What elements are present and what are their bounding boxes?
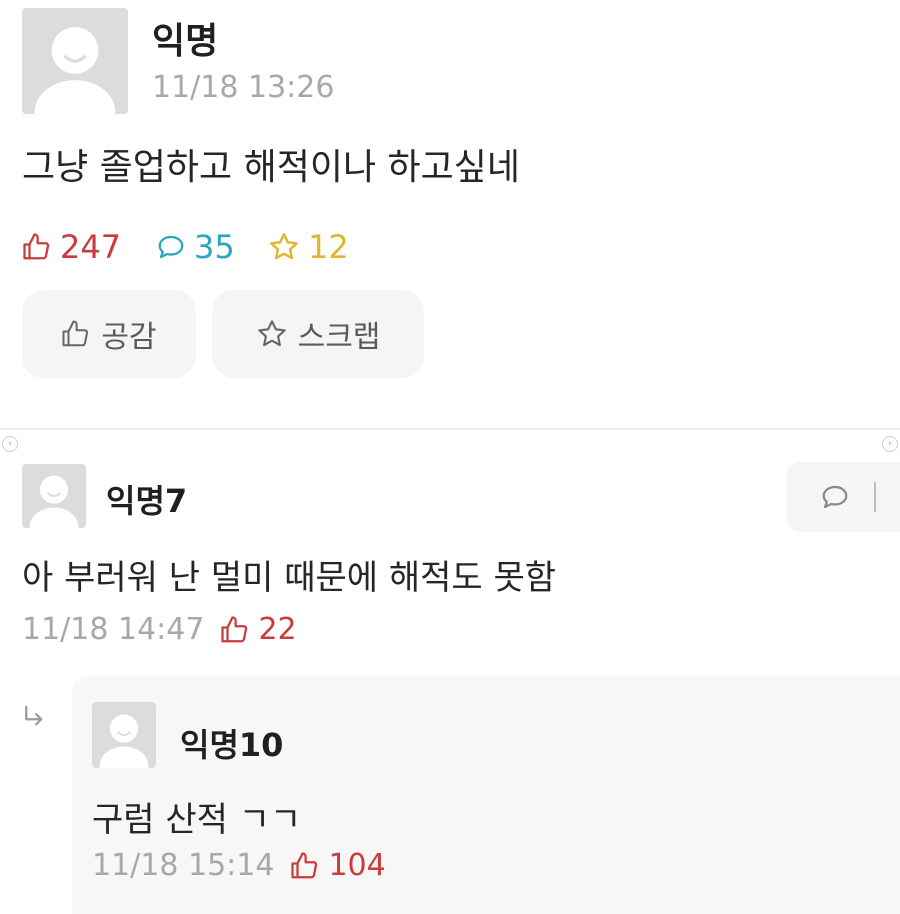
- star-icon: [257, 320, 286, 347]
- post-timestamp: 11/18 13:26: [152, 70, 335, 105]
- thumbs-up-icon: [291, 851, 318, 878]
- comment-body: 아 부러워 난 멀미 때문에 해적도 못함: [22, 558, 557, 598]
- reply-avatar: [92, 702, 156, 768]
- thumbs-up-icon: [221, 615, 248, 642]
- post-scrap-count: 12: [268, 228, 349, 266]
- post-comment-count: 35: [156, 228, 235, 266]
- reply-timestamp: 11/18 15:14: [92, 848, 275, 883]
- thumbs-up-icon: [62, 320, 89, 347]
- post-author: 익명: [152, 21, 219, 62]
- reply-body: 구럼 산적 ㄱㄱ: [92, 800, 302, 840]
- comment-author: 익명7: [106, 482, 188, 520]
- reply-like-value: 104: [328, 848, 386, 883]
- speech-bubble-icon: [158, 235, 184, 259]
- thumbs-up-icon: [23, 233, 50, 260]
- speech-bubble-icon[interactable]: [820, 482, 850, 512]
- star-icon: [270, 233, 298, 260]
- more-vertical-icon[interactable]: [874, 482, 876, 512]
- comment-meta: 11/18 14:47 22: [22, 612, 297, 647]
- left-edge-handle: ‹: [2, 436, 18, 452]
- comment-count-value: 35: [194, 228, 235, 266]
- comment-like-count: 22: [220, 612, 297, 647]
- right-edge-handle: ›: [882, 436, 898, 452]
- comment-timestamp: 11/18 14:47: [22, 612, 205, 647]
- like-button-label: 공감: [101, 320, 157, 355]
- comment-like-value: 22: [258, 612, 297, 647]
- section-divider: [0, 428, 900, 430]
- reply-meta: 11/18 15:14 104: [92, 848, 386, 883]
- comment-avatar: [22, 464, 86, 528]
- scrap-button[interactable]: 스크랩: [212, 290, 424, 378]
- like-count-value: 247: [60, 228, 122, 266]
- post-like-count: 247: [22, 228, 121, 266]
- avatar-placeholder-icon: [34, 27, 116, 114]
- scrap-button-label: 스크랩: [297, 320, 381, 355]
- reply-arrow-icon: [20, 702, 50, 742]
- post-avatar: [22, 8, 128, 114]
- avatar-placeholder-icon: [29, 475, 79, 528]
- scrap-count-value: 12: [308, 228, 349, 266]
- reply-like-count: 104: [290, 848, 386, 883]
- post-body: 그냥 졸업하고 해적이나 하고싶네: [22, 147, 521, 188]
- reply-author: 익명10: [180, 726, 284, 764]
- like-button[interactable]: 공감: [22, 290, 196, 378]
- comment-toolbar: [786, 462, 900, 532]
- avatar-placeholder-icon: [99, 714, 149, 768]
